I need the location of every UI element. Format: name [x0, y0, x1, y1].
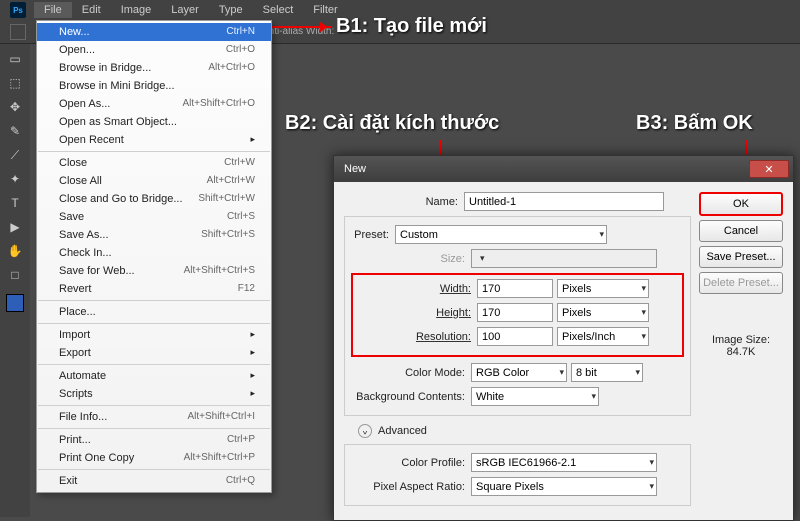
advanced-toggle[interactable]: ^ Advanced: [358, 424, 691, 438]
menu-separator: [38, 428, 270, 429]
menu-item-close[interactable]: CloseCtrl+W: [37, 154, 271, 172]
dialog-title: New: [344, 163, 366, 175]
dialog-titlebar: New ✕: [334, 156, 793, 182]
menu-item-new[interactable]: New...Ctrl+N: [37, 23, 271, 41]
bit-depth-dropdown[interactable]: 8 bit: [571, 363, 643, 382]
menu-file[interactable]: File: [34, 2, 72, 18]
menu-separator: [38, 151, 270, 152]
menu-item-browse-in-mini-bridge[interactable]: Browse in Mini Bridge...: [37, 77, 271, 95]
menu-type[interactable]: Type: [209, 2, 253, 18]
menu-separator: [38, 323, 270, 324]
menu-item-open-as[interactable]: Open As...Alt+Shift+Ctrl+O: [37, 95, 271, 113]
resolution-field[interactable]: [477, 327, 553, 346]
bg-contents-dropdown[interactable]: White: [471, 387, 599, 406]
annotation-b1: B1: Tạo file mới: [336, 15, 487, 38]
menu-image[interactable]: Image: [111, 2, 162, 18]
tool-6[interactable]: T: [4, 192, 26, 214]
color-mode-dropdown[interactable]: RGB Color: [471, 363, 567, 382]
resolution-unit-dropdown[interactable]: Pixels/Inch: [557, 327, 649, 346]
tool-1[interactable]: ⬚: [4, 72, 26, 94]
new-document-dialog: New ✕ Name: Preset: Custom Size: Widt: [333, 155, 794, 521]
tool-3[interactable]: ✎: [4, 120, 26, 142]
arrow-b1: [272, 26, 332, 28]
menu-item-open[interactable]: Open...Ctrl+O: [37, 41, 271, 59]
menu-item-save-for-web[interactable]: Save for Web...Alt+Shift+Ctrl+S: [37, 262, 271, 280]
tool-4[interactable]: ⟋: [4, 144, 26, 166]
menu-item-print-one-copy[interactable]: Print One CopyAlt+Shift+Ctrl+P: [37, 449, 271, 467]
height-unit-dropdown[interactable]: Pixels: [557, 303, 649, 322]
tool-8[interactable]: ✋: [4, 240, 26, 262]
tool-0[interactable]: ▭: [4, 48, 26, 70]
menu-item-open-as-smart-object[interactable]: Open as Smart Object...: [37, 113, 271, 131]
image-size-readout: Image Size: 84.7K: [699, 334, 783, 358]
size-dropdown: [471, 249, 657, 268]
width-label: Width:: [357, 283, 477, 295]
color-profile-label: Color Profile:: [351, 457, 471, 469]
annotation-b2: B2: Cài đặt kích thước: [285, 112, 499, 135]
menu-item-file-info[interactable]: File Info...Alt+Shift+Ctrl+I: [37, 408, 271, 426]
close-icon[interactable]: ✕: [749, 160, 789, 178]
cancel-button[interactable]: Cancel: [699, 220, 783, 242]
height-label: Height:: [357, 307, 477, 319]
menu-layer[interactable]: Layer: [161, 2, 209, 18]
app-logo: Ps: [10, 2, 26, 18]
tools-panel: ▭⬚✥✎⟋✦T▶✋□: [0, 44, 30, 517]
size-label: Size:: [351, 253, 471, 265]
menu-separator: [38, 300, 270, 301]
save-preset-button[interactable]: Save Preset...: [699, 246, 783, 268]
width-field[interactable]: [477, 279, 553, 298]
menu-item-browse-in-bridge[interactable]: Browse in Bridge...Alt+Ctrl+O: [37, 59, 271, 77]
dimensions-group-highlight: Width: Pixels Height: Pixels Resolution:…: [351, 273, 684, 357]
height-field[interactable]: [477, 303, 553, 322]
delete-preset-button: Delete Preset...: [699, 272, 783, 294]
resolution-label: Resolution:: [357, 331, 477, 343]
tool-7[interactable]: ▶: [4, 216, 26, 238]
name-label: Name:: [344, 196, 464, 208]
menu-edit[interactable]: Edit: [72, 2, 111, 18]
menu-item-import[interactable]: Import: [37, 326, 271, 344]
foreground-color-swatch[interactable]: [6, 294, 24, 312]
color-mode-label: Color Mode:: [351, 367, 471, 379]
marquee-icon: [10, 24, 26, 40]
menu-select[interactable]: Select: [253, 2, 304, 18]
preset-label: Preset:: [351, 229, 395, 241]
chevron-up-icon: ^: [358, 424, 372, 438]
menu-separator: [38, 405, 270, 406]
menu-item-print[interactable]: Print...Ctrl+P: [37, 431, 271, 449]
menu-item-scripts[interactable]: Scripts: [37, 385, 271, 403]
menu-item-close-all[interactable]: Close AllAlt+Ctrl+W: [37, 172, 271, 190]
file-menu-dropdown: New...Ctrl+NOpen...Ctrl+OBrowse in Bridg…: [36, 20, 272, 493]
menu-item-revert[interactable]: RevertF12: [37, 280, 271, 298]
menu-item-check-in[interactable]: Check In...: [37, 244, 271, 262]
par-dropdown[interactable]: Square Pixels: [471, 477, 657, 496]
preset-dropdown[interactable]: Custom: [395, 225, 607, 244]
menu-item-save-as[interactable]: Save As...Shift+Ctrl+S: [37, 226, 271, 244]
menu-separator: [38, 364, 270, 365]
menu-item-exit[interactable]: ExitCtrl+Q: [37, 472, 271, 490]
menu-item-automate[interactable]: Automate: [37, 367, 271, 385]
annotation-b3: B3: Bấm OK: [636, 112, 753, 135]
tool-5[interactable]: ✦: [4, 168, 26, 190]
menu-item-export[interactable]: Export: [37, 344, 271, 362]
menu-separator: [38, 469, 270, 470]
width-unit-dropdown[interactable]: Pixels: [557, 279, 649, 298]
ok-button[interactable]: OK: [699, 192, 783, 216]
bg-contents-label: Background Contents:: [351, 391, 471, 403]
tool-9[interactable]: □: [4, 264, 26, 286]
color-profile-dropdown[interactable]: sRGB IEC61966-2.1: [471, 453, 657, 472]
tool-2[interactable]: ✥: [4, 96, 26, 118]
par-label: Pixel Aspect Ratio:: [351, 481, 471, 493]
menu-item-place[interactable]: Place...: [37, 303, 271, 321]
menu-item-open-recent[interactable]: Open Recent: [37, 131, 271, 149]
menu-item-close-and-go-to-bridge[interactable]: Close and Go to Bridge...Shift+Ctrl+W: [37, 190, 271, 208]
name-field[interactable]: [464, 192, 664, 211]
menu-item-save[interactable]: SaveCtrl+S: [37, 208, 271, 226]
